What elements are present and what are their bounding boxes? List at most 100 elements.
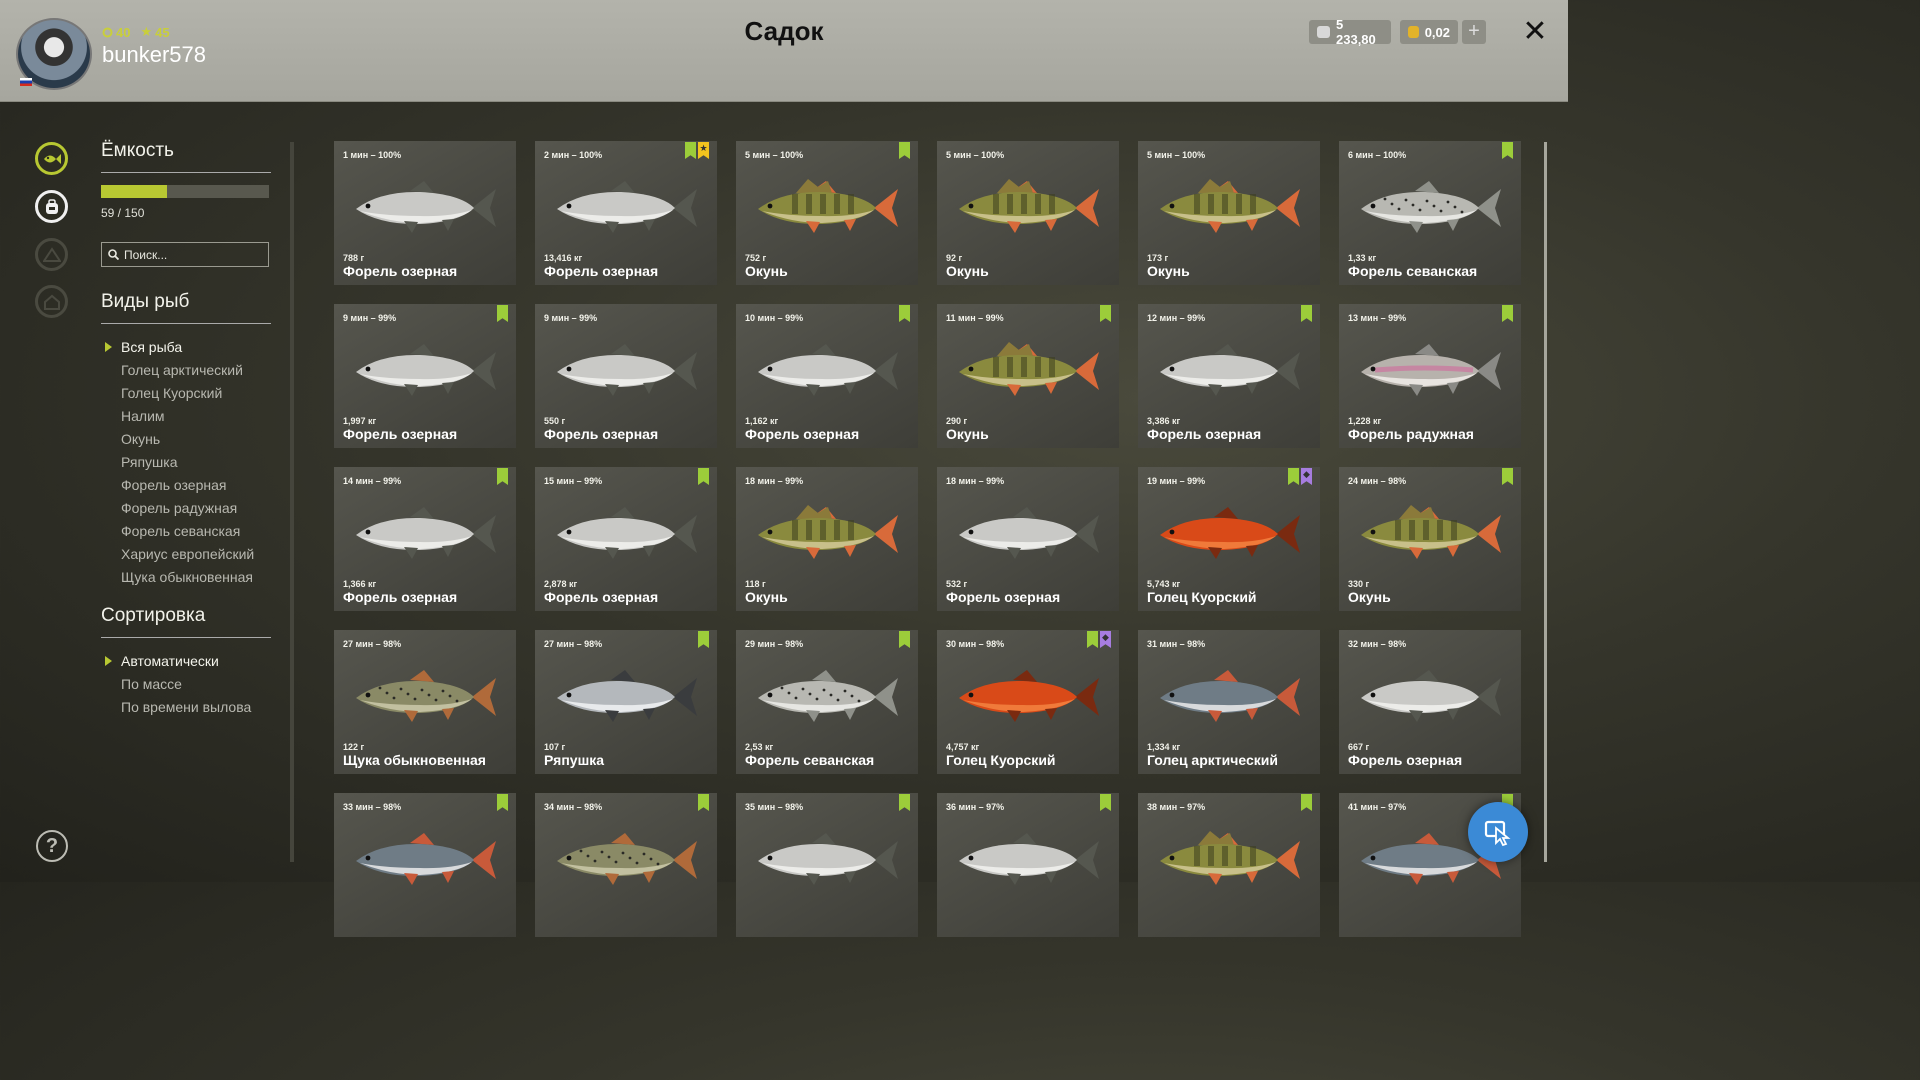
- species-list: Вся рыба Голец арктический Голец Куорский Н…: [101, 336, 271, 589]
- catch-time: 38 мин – 97%: [1147, 802, 1206, 812]
- backpack-tab[interactable]: [35, 190, 68, 223]
- fish-card[interactable]: 2 мин – 100% ★ 13,416 кг Форель озерная: [535, 141, 717, 285]
- green-bookmark-icon[interactable]: [899, 142, 910, 159]
- catch-time: 9 мин – 99%: [544, 313, 598, 323]
- fish-card[interactable]: 10 мин – 99% 1,162 кг Форель озерная: [736, 304, 918, 448]
- fish-card[interactable]: 6 мин – 100% 1,33 кг Форель севанская: [1339, 141, 1521, 285]
- green-bookmark-icon[interactable]: [1301, 794, 1312, 811]
- card-bookmarks: ◆: [1087, 631, 1111, 648]
- green-bookmark-icon[interactable]: [1301, 305, 1312, 322]
- catch-time: 19 мин – 99%: [1147, 476, 1206, 486]
- add-currency-button[interactable]: +: [1462, 20, 1486, 44]
- yellow-bookmark-icon[interactable]: ★: [698, 142, 709, 159]
- fish-card[interactable]: 32 мин – 98% 667 г Форель озерная: [1339, 630, 1521, 774]
- fish-image: [356, 181, 496, 233]
- fish-weight: 2,53 кг: [745, 742, 774, 752]
- home-tab[interactable]: [35, 285, 68, 318]
- green-bookmark-icon[interactable]: [1502, 305, 1513, 322]
- catch-time: 24 мин – 98%: [1348, 476, 1407, 486]
- card-bookmarks: ★: [685, 142, 709, 159]
- species-filter-item[interactable]: Щука обыкновенная: [101, 566, 271, 589]
- fish-card[interactable]: 1 мин – 100% 788 г Форель озерная: [334, 141, 516, 285]
- species-filter-item[interactable]: Голец арктический: [101, 359, 271, 382]
- fish-name: Форель севанская: [745, 752, 875, 768]
- species-filter-item[interactable]: Вся рыба: [101, 336, 271, 359]
- fish-card[interactable]: 38 мин – 97%: [1138, 793, 1320, 937]
- cursor-mode-button[interactable]: [1468, 802, 1528, 862]
- fish-weight: 173 г: [1147, 253, 1169, 263]
- fish-card[interactable]: 5 мин – 100% 92 г Окунь: [937, 141, 1119, 285]
- close-button[interactable]: ✕: [1520, 16, 1550, 48]
- green-bookmark-icon[interactable]: [1100, 305, 1111, 322]
- keepnet-fish-tab[interactable]: [35, 142, 68, 175]
- sort-option-item[interactable]: По времени вылова: [101, 696, 271, 719]
- species-filter-item[interactable]: Окунь: [101, 428, 271, 451]
- fish-card[interactable]: 13 мин – 99% 1,228 кг Форель радужная: [1339, 304, 1521, 448]
- green-bookmark-icon[interactable]: [1100, 794, 1111, 811]
- species-filter-item[interactable]: Ряпушка: [101, 451, 271, 474]
- purple-bookmark-icon[interactable]: ◆: [1301, 468, 1312, 485]
- species-filter-item[interactable]: Налим: [101, 405, 271, 428]
- fish-card[interactable]: 5 мин – 100% 752 г Окунь: [736, 141, 918, 285]
- species-filter-item[interactable]: Голец Куорский: [101, 382, 271, 405]
- fish-card[interactable]: 36 мин – 97%: [937, 793, 1119, 937]
- search-input[interactable]: Поиск...: [101, 242, 269, 267]
- fish-image: [557, 344, 697, 396]
- fish-card[interactable]: 31 мин – 98% 1,334 кг Голец арктический: [1138, 630, 1320, 774]
- green-bookmark-icon[interactable]: [899, 305, 910, 322]
- fish-card[interactable]: 14 мин – 99% 1,366 кг Форель озерная: [334, 467, 516, 611]
- fish-weight: 3,386 кг: [1147, 416, 1181, 426]
- green-bookmark-icon[interactable]: [497, 794, 508, 811]
- fish-card[interactable]: 5 мин – 100% 173 г Окунь: [1138, 141, 1320, 285]
- sort-option-item[interactable]: По массе: [101, 673, 271, 696]
- fish-card[interactable]: 35 мин – 98%: [736, 793, 918, 937]
- species-filter-item[interactable]: Хариус европейский: [101, 543, 271, 566]
- fish-card[interactable]: 11 мин – 99% 290 г Окунь: [937, 304, 1119, 448]
- fish-card[interactable]: 27 мин – 98% 122 г Щука обыкновенная: [334, 630, 516, 774]
- fish-card[interactable]: 29 мин – 98% 2,53 кг Форель севанская: [736, 630, 918, 774]
- fish-card[interactable]: 9 мин – 99% 550 г Форель озерная: [535, 304, 717, 448]
- fish-card[interactable]: 18 мин – 99% 118 г Окунь: [736, 467, 918, 611]
- tent-tab[interactable]: [35, 238, 68, 271]
- fish-card[interactable]: 18 мин – 99% 532 г Форель озерная: [937, 467, 1119, 611]
- fish-weight: 4,757 кг: [946, 742, 980, 752]
- green-bookmark-icon[interactable]: [1288, 468, 1299, 485]
- fish-weight: 1,366 кг: [343, 579, 377, 589]
- help-button[interactable]: ?: [36, 830, 68, 862]
- fish-card[interactable]: 33 мин – 98%: [334, 793, 516, 937]
- species-filter-item[interactable]: Форель озерная: [101, 474, 271, 497]
- catch-time: 13 мин – 99%: [1348, 313, 1407, 323]
- fish-card[interactable]: 19 мин – 99% ◆ 5,743 кг Голец Куорский: [1138, 467, 1320, 611]
- fish-card[interactable]: 34 мин – 98%: [535, 793, 717, 937]
- fish-weight: 330 г: [1348, 579, 1370, 589]
- green-bookmark-icon[interactable]: [497, 468, 508, 485]
- catch-time: 12 мин – 99%: [1147, 313, 1206, 323]
- green-bookmark-icon[interactable]: [698, 794, 709, 811]
- fish-card[interactable]: 27 мин – 98% 107 г Ряпушка: [535, 630, 717, 774]
- card-bookmarks: ◆: [1288, 468, 1312, 485]
- fish-card[interactable]: 24 мин – 98% 330 г Окунь: [1339, 467, 1521, 611]
- grid-scrollbar[interactable]: [1544, 142, 1547, 862]
- backpack-icon: [45, 198, 58, 214]
- species-filter-item[interactable]: Форель севанская: [101, 520, 271, 543]
- green-bookmark-icon[interactable]: [1087, 631, 1098, 648]
- green-bookmark-icon[interactable]: [685, 142, 696, 159]
- fish-card[interactable]: 9 мин – 99% 1,997 кг Форель озерная: [334, 304, 516, 448]
- fish-image: [1160, 507, 1300, 559]
- green-bookmark-icon[interactable]: [1502, 142, 1513, 159]
- green-bookmark-icon[interactable]: [1502, 468, 1513, 485]
- fish-name: Форель озерная: [343, 263, 458, 279]
- species-filter-item[interactable]: Форель радужная: [101, 497, 271, 520]
- sort-option-item[interactable]: Автоматически: [101, 650, 271, 673]
- fish-card[interactable]: 30 мин – 98% ◆ 4,757 кг Голец Куорский: [937, 630, 1119, 774]
- green-bookmark-icon[interactable]: [497, 305, 508, 322]
- green-bookmark-icon[interactable]: [899, 794, 910, 811]
- green-bookmark-icon[interactable]: [698, 631, 709, 648]
- fish-card[interactable]: 15 мин – 99% 2,878 кг Форель озерная: [535, 467, 717, 611]
- catch-time: 27 мин – 98%: [343, 639, 402, 649]
- fish-card[interactable]: 12 мин – 99% 3,386 кг Форель озерная: [1138, 304, 1320, 448]
- purple-bookmark-icon[interactable]: ◆: [1100, 631, 1111, 648]
- catch-time: 30 мин – 98%: [946, 639, 1005, 649]
- green-bookmark-icon[interactable]: [698, 468, 709, 485]
- green-bookmark-icon[interactable]: [899, 631, 910, 648]
